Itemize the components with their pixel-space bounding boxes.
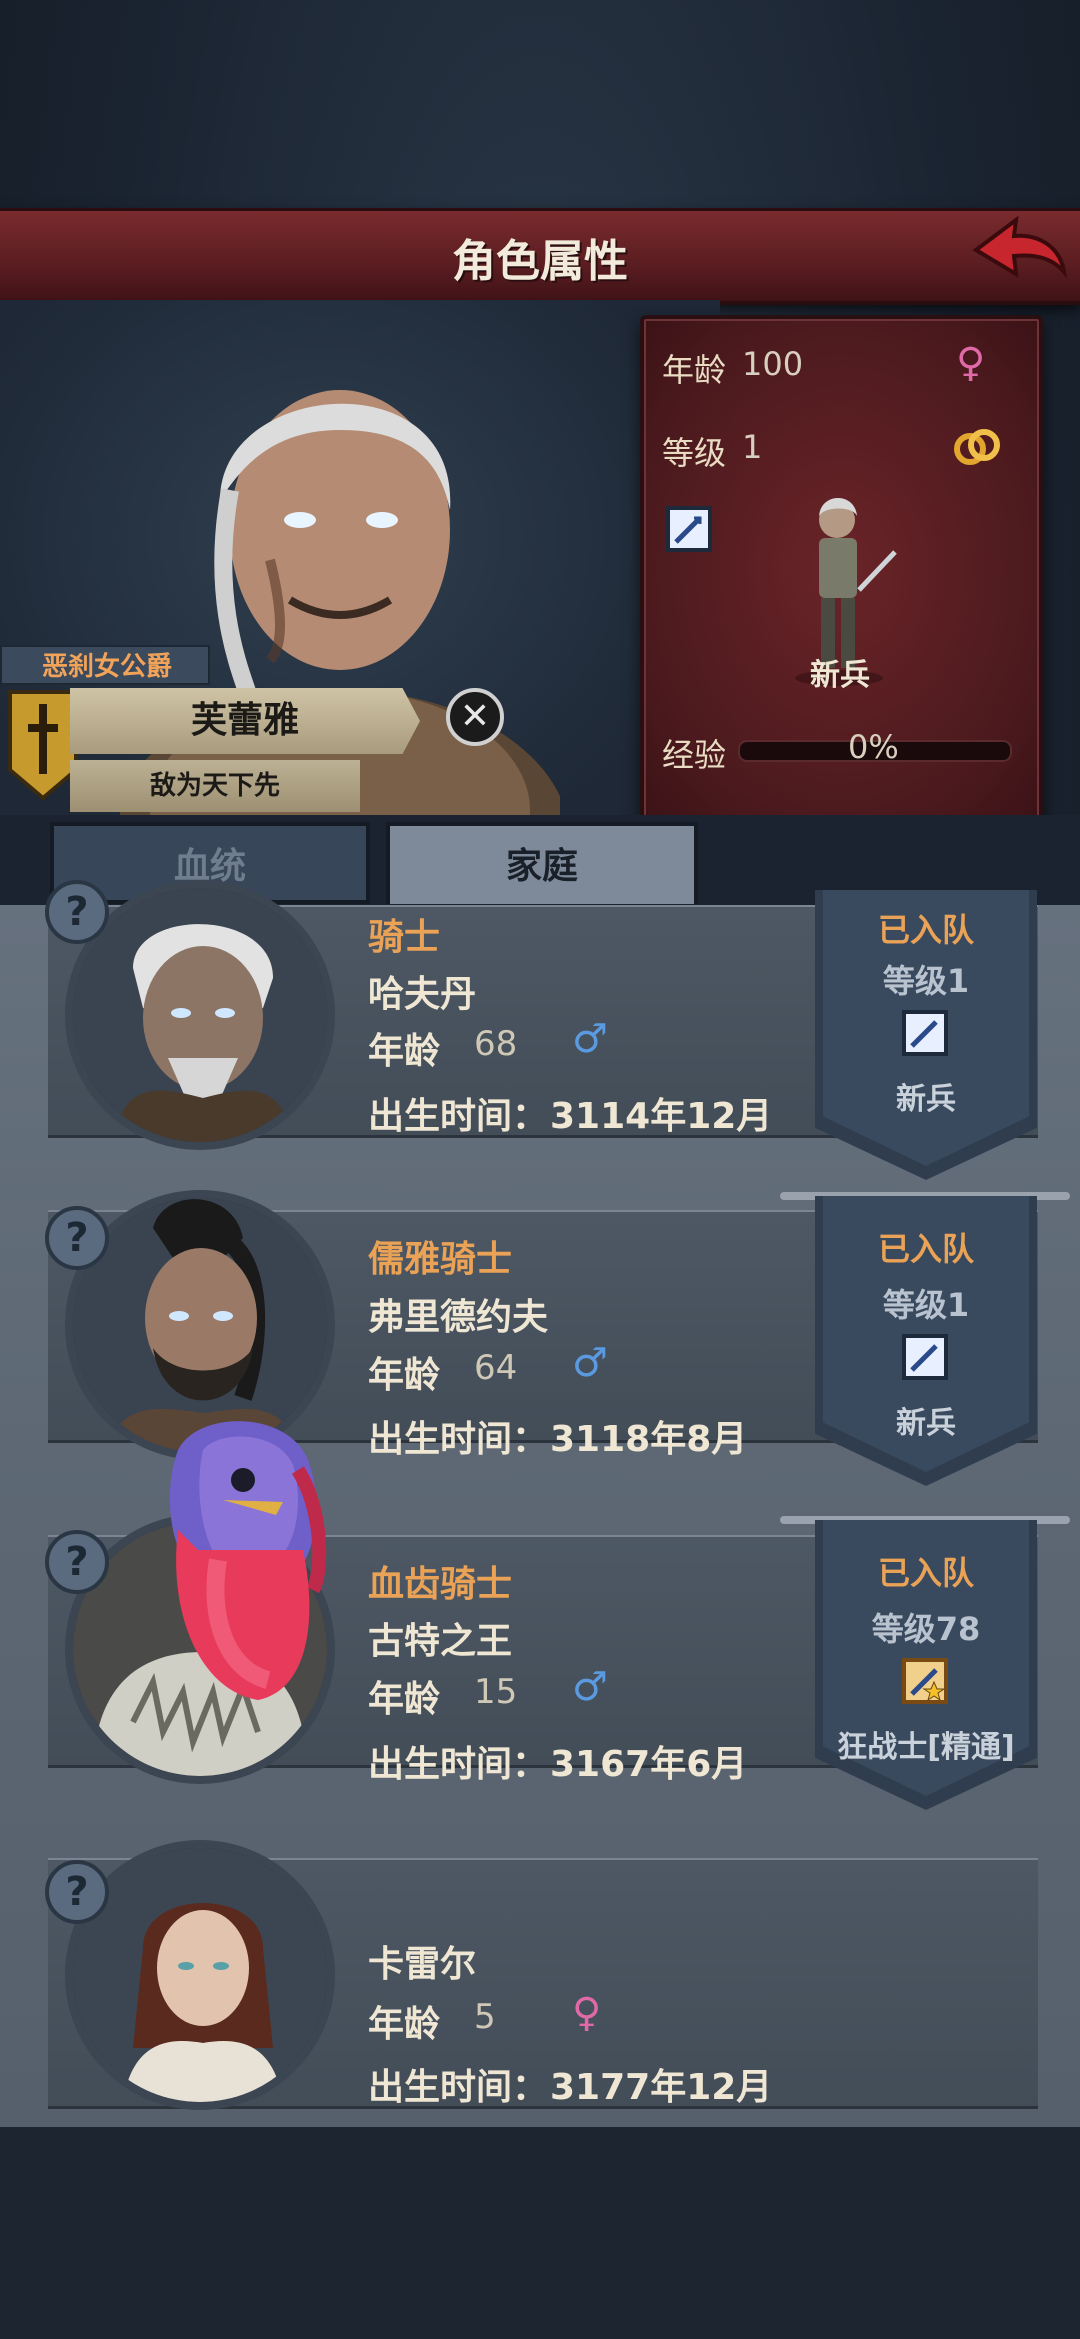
class-name: 新兵 [810,658,870,693]
pennant-level: 等级78 [871,1610,981,1648]
member-name: 卡雷尔 [368,1944,477,1985]
back-arrow-icon[interactable] [968,212,1068,292]
character-motto: 敌为天下先 [70,760,360,812]
age-value: 100 [742,345,804,383]
rings-icon [954,429,1000,465]
pennant-status: 已入队 [877,911,974,949]
exp-label: 经验 [662,736,727,774]
member-birth: 3114年12月 [550,1096,773,1137]
page-title: 角色属性 [452,236,628,287]
member-birth-label: 出生时间： [368,1744,549,1785]
level-label: 等级 [662,434,727,472]
member-age: 5 [474,1997,496,2037]
member-title: 骑士 [368,917,441,958]
male-icon: ♂ [572,1340,608,1386]
member-age-label: 年龄 [368,2004,441,2045]
pennant-level: 等级1 [882,1286,970,1324]
member-birth: 3177年12月 [550,2067,773,2108]
male-icon: ♂ [572,1664,608,1710]
unknown-badge-icon[interactable]: ? [45,1860,109,1924]
member-age: 15 [474,1672,518,1712]
pennant-class: 新兵 [896,1082,956,1117]
tab-family[interactable]: 家庭 [386,822,698,904]
sword-class-icon [666,506,712,552]
member-age: 64 [474,1348,518,1388]
female-icon: ♀ [956,340,986,386]
age-label: 年龄 [662,351,727,389]
turkey-portrait [169,1421,327,1700]
member-title: 血齿骑士 [368,1564,513,1605]
unknown-badge-icon[interactable]: ? [45,1530,109,1594]
footer-area [0,2127,1080,2339]
unknown-badge-icon[interactable]: ? [45,880,109,944]
member-name: 弗里德约夫 [368,1297,549,1338]
member-name: 古特之王 [368,1621,513,1662]
member-age: 68 [474,1024,518,1064]
member-birth: 3167年6月 [550,1744,748,1785]
elite-sword-class-icon [902,1658,948,1704]
member-age-label: 年龄 [368,1679,441,1720]
pennant-level: 等级1 [882,962,970,1000]
pennant-class: 狂战士[精通] [837,1730,1015,1765]
member-name: 哈夫丹 [368,974,477,1015]
shield-crest-icon [8,690,78,800]
level-value: 1 [742,428,763,466]
pennant-class: 新兵 [896,1406,956,1441]
unknown-badge-icon[interactable]: ? [45,1206,109,1270]
exp-value: 0% [848,728,899,766]
member-age-label: 年龄 [368,1355,441,1396]
member-title: 儒雅骑士 [368,1239,513,1280]
member-birth: 3118年8月 [550,1419,748,1460]
member-birth-label: 出生时间： [368,1419,549,1460]
character-name: 芙蕾雅 [70,688,420,754]
pennant-status: 已入队 [877,1554,974,1592]
member-birth-label: 出生时间： [368,1096,549,1137]
character-title-tag: 恶刹女公爵 [0,645,210,685]
member-birth-label: 出生时间： [368,2067,549,2108]
member-age-label: 年龄 [368,1031,441,1072]
male-icon: ♂ [572,1016,608,1062]
close-button[interactable]: ✕ [446,688,504,746]
sword-class-icon [902,1334,948,1380]
sword-class-icon [902,1010,948,1056]
pennant-status: 已入队 [877,1230,974,1268]
female-icon: ♀ [572,1990,602,2036]
